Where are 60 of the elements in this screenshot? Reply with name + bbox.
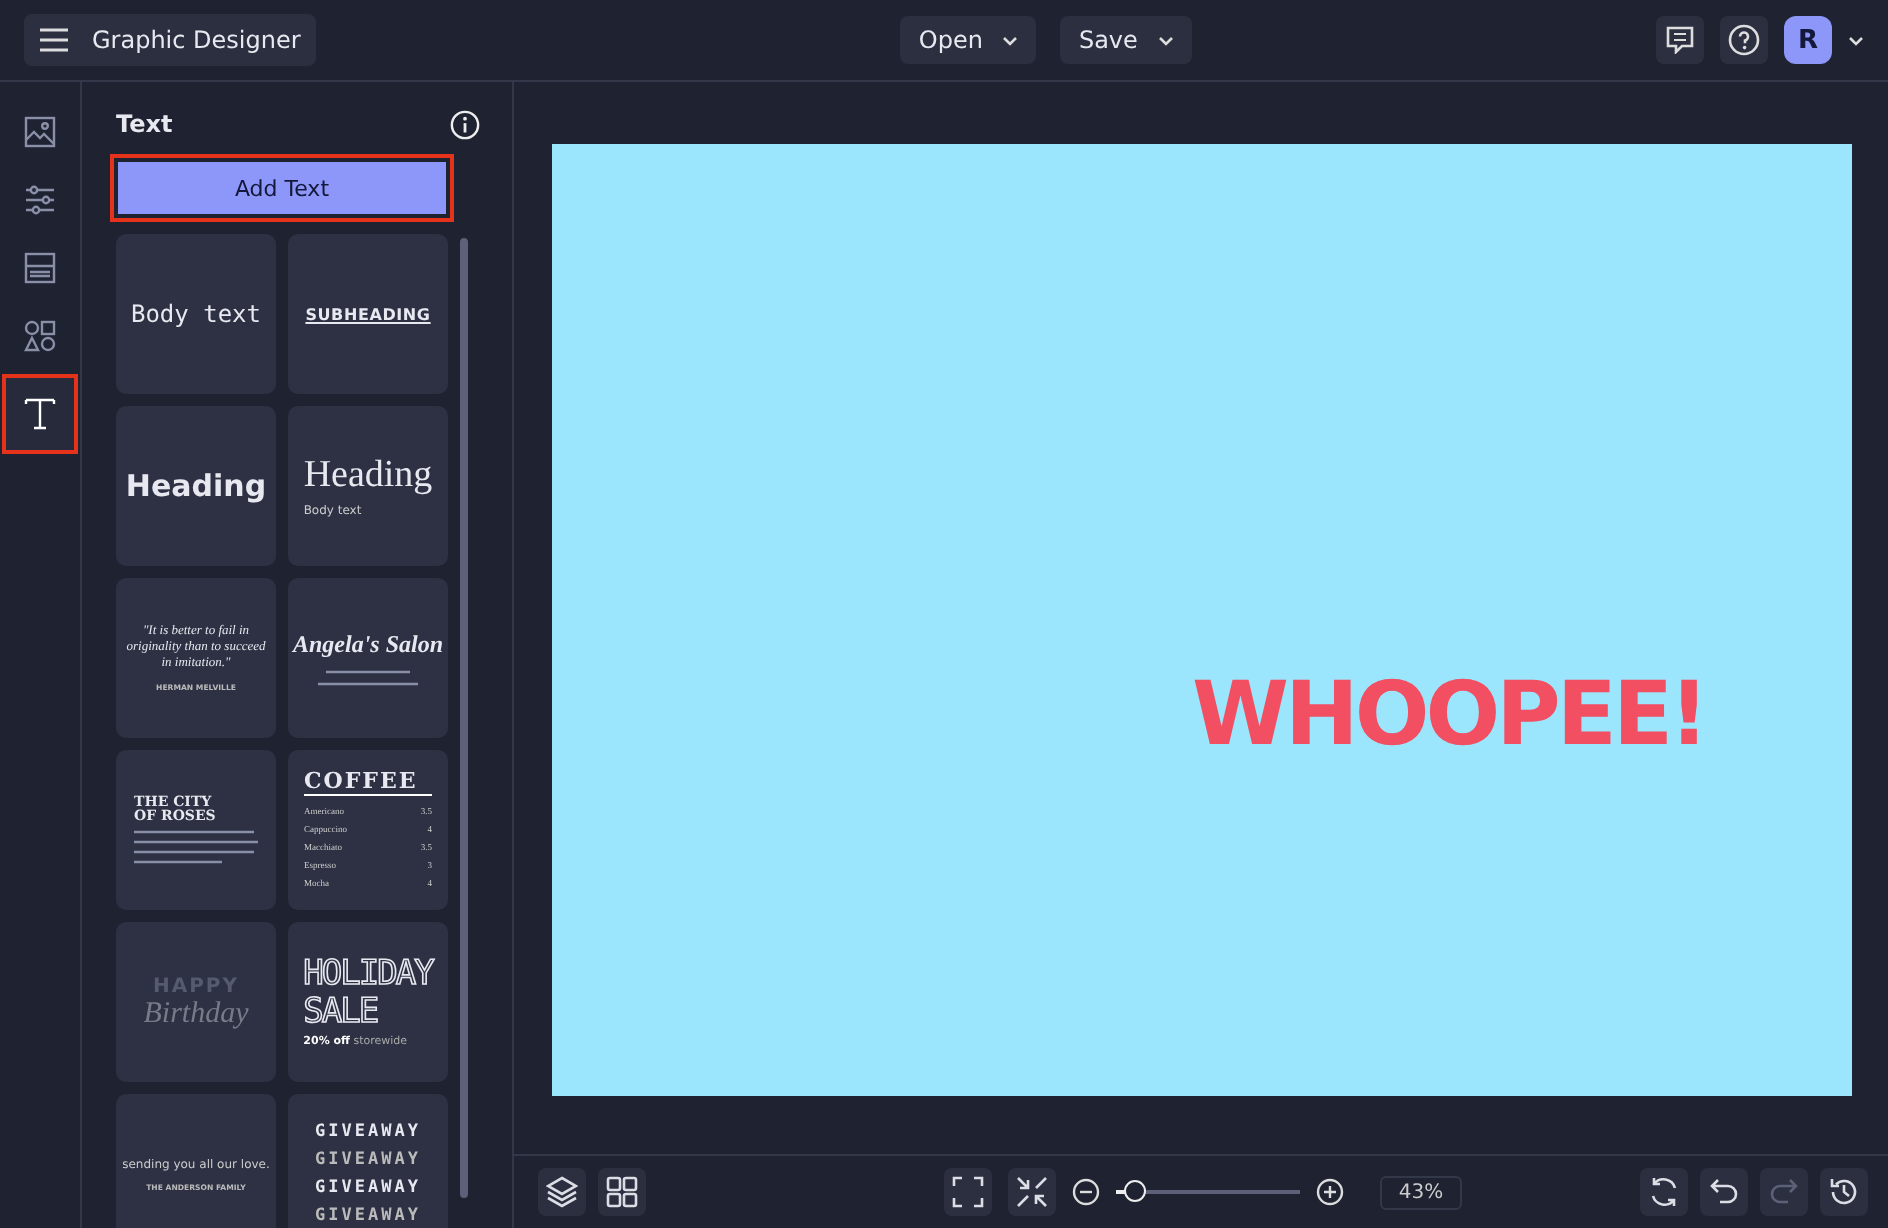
template-text: COFFEE: [304, 768, 432, 796]
refresh-icon: [1647, 1176, 1680, 1208]
grid-icon: [606, 1176, 638, 1208]
comment-icon: [1666, 26, 1694, 54]
help-button[interactable]: [1720, 16, 1768, 64]
template-text: Angela's Salon: [292, 629, 444, 659]
collapse-icon: [1016, 1176, 1049, 1208]
panel-title: Text: [116, 110, 173, 138]
text-template-card[interactable]: GIVEAWAY GIVEAWAY GIVEAWAY GIVEAWAY: [288, 1094, 448, 1228]
fullscreen-button[interactable]: [944, 1168, 993, 1216]
avatar[interactable]: R: [1784, 16, 1832, 64]
history-button[interactable]: [1819, 1168, 1868, 1216]
layout-icon: [22, 250, 58, 286]
zoom-out-icon[interactable]: [1072, 1178, 1101, 1206]
template-text: Birthday: [143, 997, 249, 1029]
image-icon: [22, 114, 58, 150]
zoom-percent-field[interactable]: 43%: [1380, 1175, 1462, 1209]
template-text: SUBHEADING: [305, 305, 431, 323]
scrollbar[interactable]: [460, 238, 468, 1198]
text-template-card[interactable]: Angela's Salon: [288, 578, 448, 738]
help-icon: [1728, 24, 1760, 56]
template-text: SALE: [303, 993, 378, 1031]
text-template-card[interactable]: Heading: [116, 406, 276, 566]
refresh-button[interactable]: [1639, 1168, 1688, 1216]
text-icon: [22, 396, 58, 432]
app-title: Graphic Designer: [92, 26, 301, 54]
template-text: HOLIDAY: [303, 955, 433, 993]
redo-icon: [1767, 1176, 1800, 1208]
undo-button[interactable]: [1699, 1168, 1748, 1216]
history-icon: [1827, 1176, 1860, 1208]
undo-icon: [1707, 1176, 1740, 1208]
chevron-icon: [1002, 35, 1019, 45]
menu-dropdown-button[interactable]: Open: [900, 16, 1037, 64]
menu-icon: [40, 28, 68, 52]
text-lines-drawing: [134, 827, 258, 867]
app-menu-button[interactable]: Graphic Designer: [24, 14, 317, 66]
collapse-button[interactable]: [1008, 1168, 1057, 1216]
text-template-card[interactable]: Body text: [116, 234, 276, 394]
layers-icon: [546, 1176, 578, 1208]
template-text: Body text: [130, 300, 262, 328]
shapes-icon: [22, 318, 58, 354]
chevron-icon[interactable]: [1848, 35, 1864, 45]
chevron-icon: [1157, 35, 1174, 45]
template-text: Heading: [303, 454, 433, 498]
grid-button[interactable]: [598, 1168, 646, 1216]
fullscreen-icon: [952, 1176, 985, 1208]
template-text: GIVEAWAY: [315, 1176, 421, 1202]
template-text: GIVEAWAY: [315, 1204, 421, 1228]
comment-button[interactable]: [1656, 16, 1704, 64]
sliders-icon: [22, 182, 58, 218]
text-button[interactable]: [6, 378, 74, 450]
template-text: GIVEAWAY: [315, 1148, 421, 1174]
text-template-card[interactable]: SUBHEADING: [288, 234, 448, 394]
template-text: GIVEAWAY: [315, 1120, 421, 1146]
layers-button[interactable]: [538, 1168, 586, 1216]
menu-dropdown-button[interactable]: Save: [1060, 16, 1192, 64]
zoom-in-icon[interactable]: [1316, 1178, 1345, 1206]
template-text: Heading: [125, 468, 267, 504]
info-icon[interactable]: [450, 109, 480, 139]
add-text-button[interactable]: Add Text: [110, 154, 454, 222]
